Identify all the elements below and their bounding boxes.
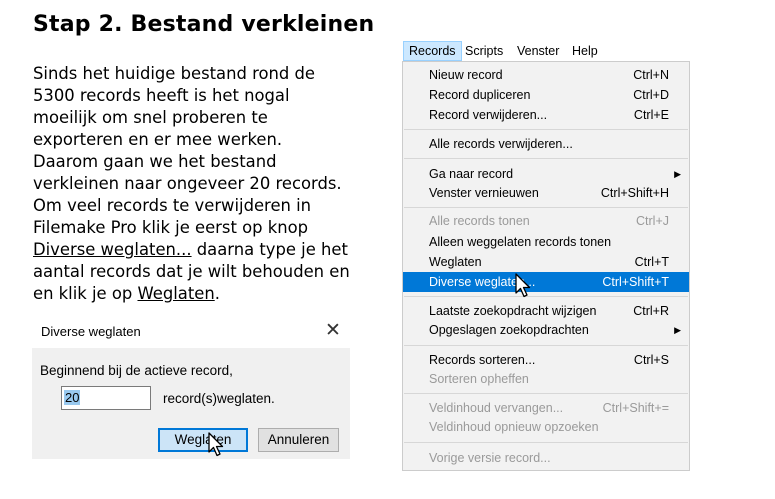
menu-bar: Records Scripts Venster Help xyxy=(402,41,690,61)
submenu-arrow-icon: ▶ xyxy=(674,169,681,179)
menu-item-veldinhoud-vervangen: Veldinhoud vervangen... Ctrl+Shift+= xyxy=(429,401,669,415)
diverse-weglaten-dialog: Diverse weglaten ✕ Beginnend bij de acti… xyxy=(32,316,350,459)
menu-scripts[interactable]: Scripts xyxy=(460,41,508,61)
mouse-cursor-icon xyxy=(515,273,531,298)
menu-item-vorige-versie-record: Vorige versie record... xyxy=(429,451,551,465)
menu-separator xyxy=(404,129,688,130)
paragraph-line: aantal records dat je wilt behouden en xyxy=(33,262,350,281)
dialog-title: Diverse weglaten xyxy=(41,324,141,339)
close-icon[interactable]: ✕ xyxy=(323,319,343,343)
paragraph-line: Daarom gaan we het bestand xyxy=(33,152,277,171)
menu-item-nieuw-record[interactable]: Nieuw record Ctrl+N xyxy=(403,65,689,85)
menu-item-diverse-weglaten[interactable]: Diverse weglaten... Ctrl+Shift+T xyxy=(403,272,689,292)
menu-separator xyxy=(404,207,688,208)
menu-separator xyxy=(404,296,688,297)
menu-item-alleen-weggelaten-records-tonen[interactable]: Alleen weggelaten records tonen xyxy=(403,232,689,252)
dialog-suffix-label: record(s)weglaten. xyxy=(163,391,275,406)
instructions-paragraph: Sinds het huidige bestand rond de 5300 r… xyxy=(33,63,395,305)
menu-item-ga-naar-record[interactable]: Ga naar record ▶ xyxy=(403,164,689,184)
menu-item-record-verwijderen[interactable]: Record verwijderen... Ctrl+E xyxy=(403,105,689,125)
menu-records[interactable]: Records xyxy=(403,41,462,61)
paragraph-line: exporteren en er mee werken. xyxy=(33,130,283,149)
menu-item-venster-vernieuwen[interactable]: Venster vernieuwen Ctrl+Shift+H xyxy=(403,183,689,203)
menu-item-alle-records-verwijderen[interactable]: Alle records verwijderen... xyxy=(403,134,689,154)
record-count-input[interactable]: 20 xyxy=(61,386,151,410)
paragraph-line: Filemake Pro klik je eerst op knop xyxy=(33,218,309,237)
record-count-value: 20 xyxy=(64,390,81,405)
weglaten-button[interactable]: Weglaten xyxy=(158,428,248,452)
submenu-arrow-icon: ▶ xyxy=(674,325,681,335)
weglaten-reference: Weglaten xyxy=(137,284,215,303)
paragraph-text: en klik je op xyxy=(33,284,138,303)
menu-separator xyxy=(404,345,688,346)
paragraph-line: 5300 records heeft is het nogal xyxy=(33,86,290,105)
dialog-message: Beginnend bij de actieve record, xyxy=(40,363,233,378)
menu-item-laatste-zoekopdracht-wijzigen[interactable]: Laatste zoekopdracht wijzigen Ctrl+R xyxy=(403,301,689,321)
menu-item-alle-records-tonen: Alle records tonen Ctrl+J xyxy=(429,214,669,228)
page-title: Stap 2. Bestand verkleinen xyxy=(33,12,375,37)
paragraph-text: . xyxy=(214,284,220,303)
menu-separator xyxy=(404,393,688,394)
dialog-titlebar: Diverse weglaten ✕ xyxy=(32,316,350,348)
menu-separator xyxy=(404,158,688,159)
records-dropdown-menu: Nieuw record Ctrl+N Record dupliceren Ct… xyxy=(402,61,690,471)
paragraph-text: daarna type je het xyxy=(191,240,348,259)
menu-item-records-sorteren[interactable]: Records sorteren... Ctrl+S xyxy=(403,350,689,370)
mouse-cursor-icon xyxy=(208,432,224,457)
menu-venster[interactable]: Venster xyxy=(512,41,564,61)
menu-item-sorteren-opheffen: Sorteren opheffen xyxy=(429,372,529,386)
menu-item-opgeslagen-zoekopdrachten[interactable]: Opgeslagen zoekopdrachten ▶ xyxy=(403,320,689,340)
paragraph-line: Om veel records te verwijderen in xyxy=(33,196,312,215)
diverse-weglaten-reference: Diverse weglaten... xyxy=(33,240,192,259)
menu-separator xyxy=(404,442,688,443)
menu-help[interactable]: Help xyxy=(567,41,603,61)
paragraph-line: moeilijk om snel proberen te xyxy=(33,108,268,127)
menu-item-veldinhoud-opnieuw-opzoeken: Veldinhoud opnieuw opzoeken xyxy=(429,420,599,434)
menu-item-weglaten[interactable]: Weglaten Ctrl+T xyxy=(403,252,689,272)
annuleren-button[interactable]: Annuleren xyxy=(258,428,339,452)
menu-item-record-dupliceren[interactable]: Record dupliceren Ctrl+D xyxy=(403,85,689,105)
paragraph-line: Sinds het huidige bestand rond de xyxy=(33,64,315,83)
paragraph-line: verkleinen naar ongeveer 20 records. xyxy=(33,174,342,193)
